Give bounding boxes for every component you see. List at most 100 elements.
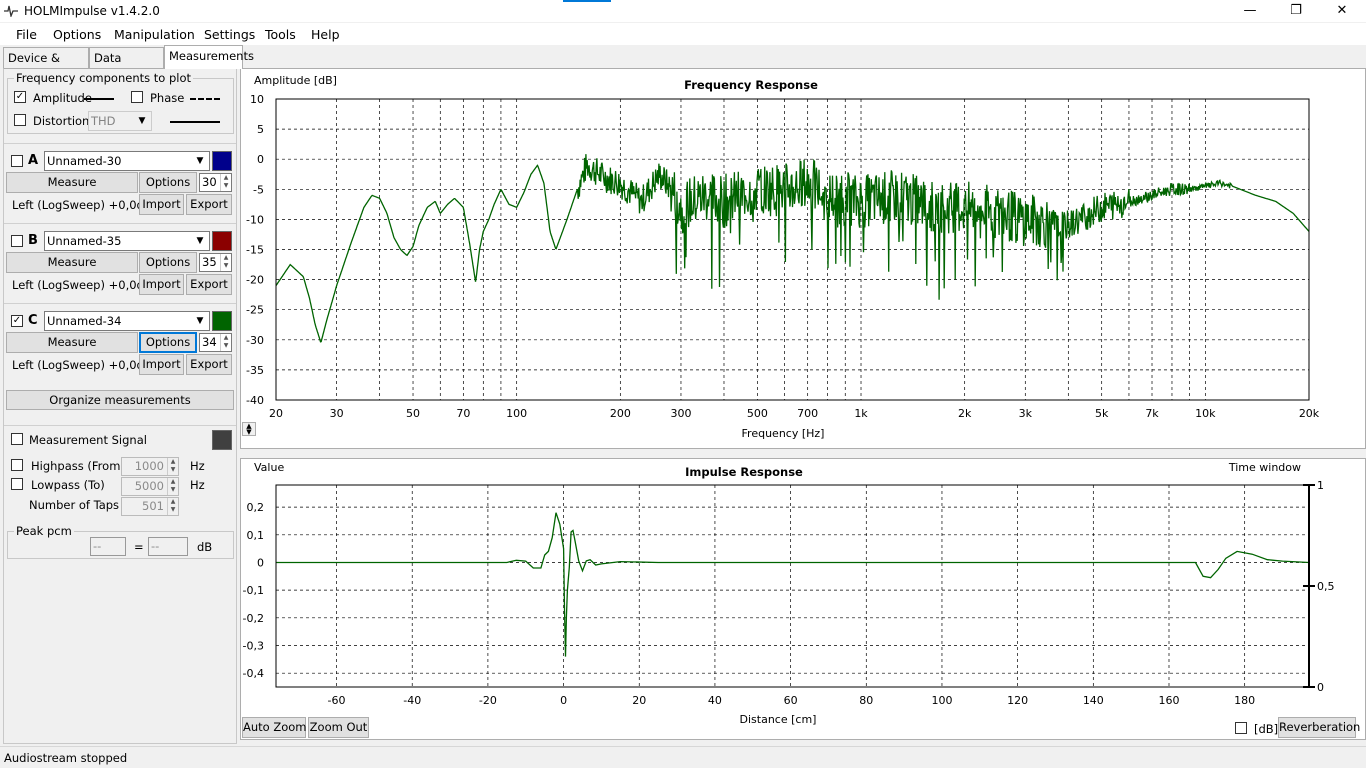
menu-options[interactable]: Options xyxy=(53,27,101,42)
freq-xtick-label: 70 xyxy=(456,407,470,420)
divider xyxy=(4,223,236,224)
measurement-a-info: Left (LogSweep) +0,0dB xyxy=(12,198,152,212)
reverberation-button[interactable]: Reverberation xyxy=(1278,717,1360,738)
close-button[interactable]: ✕ xyxy=(1319,0,1365,22)
tab-data-analysis[interactable]: Data analysis xyxy=(89,47,164,85)
minimize-button[interactable]: — xyxy=(1227,0,1273,22)
phase-checkbox[interactable] xyxy=(131,91,143,103)
measurement-c-checkbox[interactable]: ✓ xyxy=(11,315,23,327)
spin-arrows-icon[interactable]: ▲ ▼ xyxy=(220,254,231,271)
measurement-a-checkbox[interactable] xyxy=(11,155,23,167)
menu-manipulation[interactable]: Manipulation xyxy=(114,27,195,42)
panel-splitter-arrows-icon[interactable]: ▲ ▼ xyxy=(242,422,256,436)
imp-xtick-label: 20 xyxy=(632,694,646,707)
menu-settings[interactable]: Settings xyxy=(204,27,255,42)
auto-zoom-button[interactable]: Auto Zoom xyxy=(242,717,307,738)
peak-equals: = xyxy=(134,540,144,554)
maximize-button[interactable]: ❐ xyxy=(1273,0,1319,22)
frequency-response-chart[interactable]: Amplitude [dB] Frequency Response Freque… xyxy=(241,69,1365,448)
window-title: HOLMImpulse v1.4.2.0 xyxy=(24,4,160,18)
measurement-c-export-button[interactable]: Export xyxy=(186,354,232,375)
menu-help[interactable]: Help xyxy=(311,27,340,42)
measurement-signal-checkbox[interactable] xyxy=(11,433,23,445)
spin-arrows-icon[interactable]: ▲ ▼ xyxy=(220,334,231,351)
imp-xtick-label: -20 xyxy=(479,694,497,707)
measurement-a-color[interactable] xyxy=(212,151,232,171)
spin-arrows-icon[interactable]: ▲ ▼ xyxy=(220,174,231,191)
lowpass-label: Lowpass (To) xyxy=(31,478,105,492)
organize-measurements-button[interactable]: Organize measurements xyxy=(6,390,234,410)
status-bar: Audiostream stopped xyxy=(0,746,1366,768)
highpass-label: Highpass (From) xyxy=(31,459,125,473)
menu-bar: File Options Manipulation Settings Tools… xyxy=(0,23,1366,45)
spin-arrows-icon[interactable]: ▲ ▼ xyxy=(167,498,178,515)
spin-arrows-icon[interactable]: ▲ ▼ xyxy=(167,458,178,475)
measurement-a-measure-button[interactable]: Measure xyxy=(6,172,138,193)
highpass-input[interactable]: 1000 ▲ ▼ xyxy=(121,457,179,476)
taps-input[interactable]: 501 ▲ ▼ xyxy=(121,497,179,516)
measurement-c-options-button[interactable]: Options xyxy=(139,332,197,353)
measurement-b-select[interactable]: Unnamed-35 ▼ xyxy=(44,231,210,251)
amplitude-line-sample xyxy=(84,98,114,100)
freq-ytick-label: -5 xyxy=(253,183,264,196)
menu-file[interactable]: File xyxy=(16,27,37,42)
freq-xtick-label: 10k xyxy=(1195,407,1216,420)
chevron-down-icon: ▼ xyxy=(196,156,204,166)
imp-xtick-label: 80 xyxy=(859,694,873,707)
lowpass-input[interactable]: 5000 ▲ ▼ xyxy=(121,477,179,496)
measurement-b-export-button[interactable]: Export xyxy=(186,274,232,295)
imp-xtick-label: 100 xyxy=(931,694,952,707)
menu-tools[interactable]: Tools xyxy=(265,27,296,42)
lowpass-value: 5000 xyxy=(134,479,164,493)
measurement-a-number-value: 30 xyxy=(202,175,217,189)
chevron-down-icon: ▼ xyxy=(196,236,204,246)
distortion-checkbox[interactable] xyxy=(14,114,26,126)
measurement-c-select[interactable]: Unnamed-34 ▼ xyxy=(44,311,210,331)
imp-ytick-label: -0,2 xyxy=(243,612,264,625)
peak-right-field: -- xyxy=(148,537,188,556)
measurement-c-number[interactable]: 34 ▲ ▼ xyxy=(199,333,232,352)
freq-xtick-label: 200 xyxy=(610,407,631,420)
db-checkbox[interactable] xyxy=(1235,722,1247,734)
tab-measurements[interactable]: Measurements xyxy=(164,45,254,69)
measurement-a-import-button[interactable]: Import xyxy=(139,194,184,215)
measurement-b-checkbox[interactable] xyxy=(11,235,23,247)
imp-xtick-label: 160 xyxy=(1158,694,1179,707)
zoom-out-button[interactable]: Zoom Out xyxy=(308,717,369,738)
measurement-b-number-value: 35 xyxy=(202,255,217,269)
lowpass-unit: Hz xyxy=(190,478,205,492)
measurement-b-number[interactable]: 35 ▲ ▼ xyxy=(199,253,232,272)
measurement-b-measure-button[interactable]: Measure xyxy=(6,252,138,273)
plot-options-label: Frequency components to plot xyxy=(14,71,194,85)
freq-xtick-label: 700 xyxy=(797,407,818,420)
taps-value: 501 xyxy=(142,499,164,513)
freq-ytick-label: 10 xyxy=(250,93,264,106)
tab-device-signal[interactable]: Device & Signal xyxy=(3,47,89,85)
measurement-c-name: Unnamed-34 xyxy=(47,314,122,328)
amplitude-checkbox[interactable]: ✓ xyxy=(14,91,26,103)
highpass-checkbox[interactable] xyxy=(11,459,23,471)
measurement-b-import-button[interactable]: Import xyxy=(139,274,184,295)
divider xyxy=(4,143,236,144)
measurement-b-name: Unnamed-35 xyxy=(47,234,122,248)
measurement-b-color[interactable] xyxy=(212,231,232,251)
measurement-a-number[interactable]: 30 ▲ ▼ xyxy=(199,173,232,192)
time-window-tick-label: 0,5 xyxy=(1317,580,1335,593)
freq-ytick-label: -25 xyxy=(246,304,264,317)
freq-xtick-label: 2k xyxy=(958,407,972,420)
freq-xtick-label: 300 xyxy=(670,407,691,420)
imp-ytick-label: 0,1 xyxy=(247,529,265,542)
measurement-a-select[interactable]: Unnamed-30 ▼ xyxy=(44,151,210,171)
lowpass-checkbox[interactable] xyxy=(11,478,23,490)
measurement-signal-color[interactable] xyxy=(212,430,232,450)
measurement-a-options-button[interactable]: Options xyxy=(139,172,197,193)
impulse-response-chart[interactable]: Value Impulse Response Time window Dista… xyxy=(241,459,1365,739)
spin-arrows-icon[interactable]: ▲ ▼ xyxy=(167,478,178,495)
measurement-c-color[interactable] xyxy=(212,311,232,331)
measurement-a-export-button[interactable]: Export xyxy=(186,194,232,215)
measurement-c-measure-button[interactable]: Measure xyxy=(6,332,138,353)
distortion-type-select[interactable]: THD ▼ xyxy=(88,111,152,131)
time-window-tick-label: 0 xyxy=(1317,681,1324,694)
measurement-b-options-button[interactable]: Options xyxy=(139,252,197,273)
measurement-c-import-button[interactable]: Import xyxy=(139,354,184,375)
